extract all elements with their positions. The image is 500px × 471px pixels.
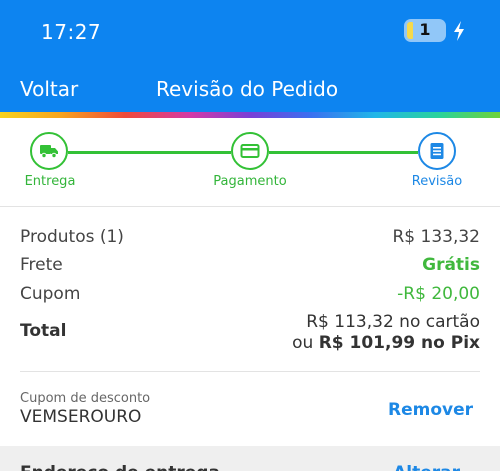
checkout-stepper: Entrega Pagamento Revisão: [0, 118, 500, 206]
document-icon: [430, 143, 444, 159]
remove-coupon-button[interactable]: Remover: [388, 400, 473, 420]
section-divider: [20, 371, 480, 372]
step-label-pagamento: Pagamento: [213, 174, 287, 189]
total-card: R$ 113,32 no cartão: [306, 312, 480, 332]
app-header: 17:27 1 Voltar Revisão do Pedido: [0, 0, 500, 112]
step-revisao[interactable]: [418, 132, 456, 170]
battery-level: 1: [419, 20, 431, 39]
address-section: Endereço de entrega Alterar: [0, 446, 500, 471]
status-time: 17:27: [41, 20, 102, 44]
shipping-label: Frete: [20, 255, 63, 275]
section-divider: [0, 206, 500, 207]
step-connector: [68, 151, 231, 154]
address-title: Endereço de entrega: [20, 463, 220, 471]
step-entrega[interactable]: [30, 132, 68, 170]
step-label-entrega: Entrega: [24, 174, 76, 189]
products-label: Produtos (1): [20, 227, 124, 247]
step-pagamento[interactable]: [231, 132, 269, 170]
products-value: R$ 133,32: [392, 227, 480, 247]
total-pix-line: ou R$ 101,99 no Pix: [292, 333, 480, 354]
step-connector: [269, 151, 418, 154]
back-button[interactable]: Voltar: [20, 77, 78, 101]
total-pix-prefix: ou: [292, 333, 314, 353]
battery-icon: 1: [404, 19, 446, 42]
change-address-button[interactable]: Alterar: [393, 463, 460, 471]
step-label-revisao: Revisão: [411, 174, 463, 189]
coupon-caption: Cupom de desconto: [20, 391, 151, 406]
credit-card-icon: [240, 144, 260, 158]
truck-icon: [40, 145, 58, 159]
total-pix: R$ 101,99 no Pix: [318, 333, 480, 353]
coupon-summary-value: -R$ 20,00: [397, 284, 480, 304]
shipping-value: Grátis: [422, 255, 480, 275]
charging-bolt-icon: [454, 21, 464, 41]
total-values: R$ 113,32 no cartão ou R$ 101,99 no Pix: [292, 312, 480, 354]
coupon-summary-label: Cupom: [20, 284, 81, 304]
total-label: Total: [20, 321, 67, 341]
coupon-code: VEMSEROURO: [20, 407, 142, 427]
page-title: Revisão do Pedido: [156, 77, 339, 101]
